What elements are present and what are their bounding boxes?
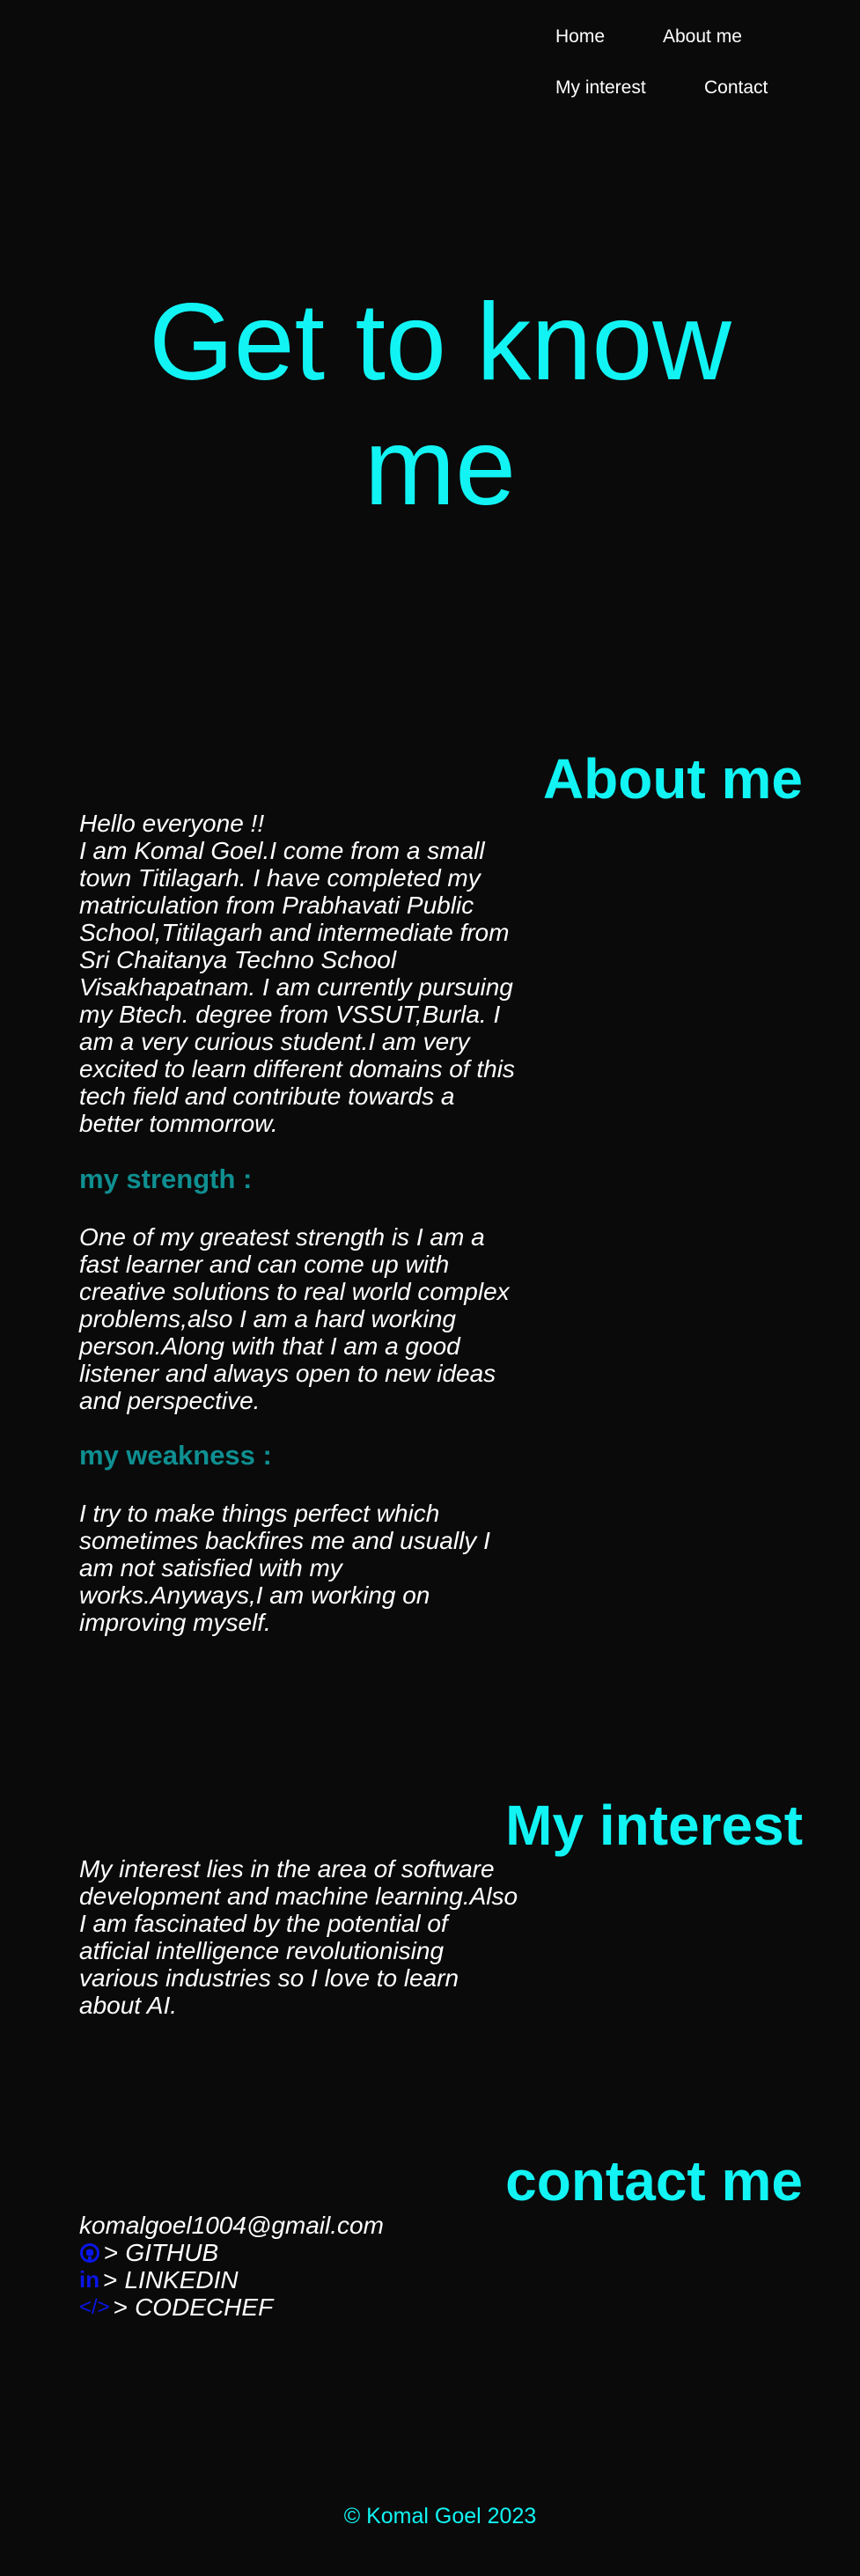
hero-line-1: Get to know (149, 282, 731, 403)
linkedin-icon: in (79, 2266, 100, 2293)
strength-paragraph: One of my greatest strength is I am a fa… (79, 1223, 510, 1414)
github-icon (79, 2242, 100, 2264)
weakness-body: I try to make things perfect which somet… (79, 1500, 519, 1636)
footer-copyright: © Komal Goel 2023 (343, 2504, 537, 2528)
github-link[interactable]: GITHUB (125, 2239, 218, 2266)
about-paragraph: I am Komal Goel.I come from a small town… (79, 837, 515, 1137)
page: Home About me My interest Contact Get to… (0, 0, 860, 2576)
linkedin-link[interactable]: LINKEDIN (124, 2266, 238, 2293)
code-icon: </> (79, 2295, 110, 2319)
strength-body: One of my greatest strength is I am a fa… (79, 1223, 519, 1414)
hero-line-2: me (364, 407, 517, 528)
nav-about-link[interactable]: About me (663, 26, 742, 48)
interest-title: My interest (505, 1794, 803, 1857)
codechef-row: </> > CODECHEF (79, 2293, 384, 2321)
github-row: > GITHUB (79, 2239, 384, 2266)
strength-heading: my strength : (79, 1163, 253, 1194)
github-icon-svg (80, 2242, 99, 2263)
github-arrow: > (104, 2239, 119, 2266)
email-row: komalgoel1004@gmail.com (79, 2212, 384, 2239)
codechef-link[interactable]: CODECHEF (135, 2293, 273, 2321)
interest-body: My interest lies in the area of software… (79, 1855, 519, 2019)
about-title: About me (542, 747, 803, 811)
weakness-heading: my weakness : (79, 1440, 272, 1471)
nav-home-link[interactable]: Home (555, 26, 605, 48)
nav-interest-link[interactable]: My interest (555, 77, 646, 99)
linkedin-arrow: > (103, 2266, 118, 2293)
codechef-arrow: > (113, 2293, 129, 2321)
hero-heading: Get to know me (0, 280, 860, 530)
nav-contact-link[interactable]: Contact (704, 77, 768, 99)
weakness-paragraph: I try to make things perfect which somet… (79, 1500, 490, 1636)
email-text[interactable]: komalgoel1004@gmail.com (79, 2212, 384, 2239)
contact-list: komalgoel1004@gmail.com > GITHUB in > LI… (79, 2212, 384, 2321)
linkedin-row: in > LINKEDIN (79, 2266, 384, 2293)
about-greeting: Hello everyone !! (79, 810, 265, 837)
about-body: Hello everyone !! I am Komal Goel.I come… (79, 810, 519, 1137)
contact-title: contact me (505, 2149, 803, 2213)
interest-paragraph: My interest lies in the area of software… (79, 1855, 518, 2019)
